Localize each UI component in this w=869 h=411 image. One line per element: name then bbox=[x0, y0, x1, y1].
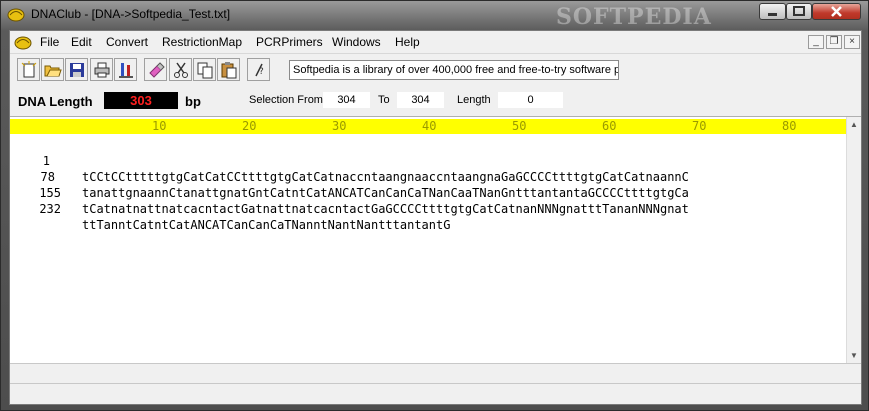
ruler-tick: 50 bbox=[512, 119, 527, 133]
open-button[interactable] bbox=[41, 58, 64, 81]
copy-icon bbox=[197, 62, 212, 78]
menu-edit[interactable]: Edit bbox=[71, 35, 92, 49]
ruler-tick: 70 bbox=[692, 119, 707, 133]
scroll-up-arrow-icon[interactable]: ▲ bbox=[847, 117, 861, 132]
info-text-field[interactable]: Softpedia is a library of over 400,000 f… bbox=[289, 60, 619, 80]
sequence-text[interactable]: ttTanntCatntCatANCATCanCanCaTNanntNantNa… bbox=[82, 217, 450, 233]
menu-bar: File Edit Convert RestrictionMap PCRPrim… bbox=[10, 31, 861, 53]
open-icon bbox=[44, 65, 62, 76]
bp-label: bp bbox=[185, 94, 201, 109]
scroll-down-arrow-icon[interactable]: ▼ bbox=[847, 348, 861, 363]
window-maximize-button[interactable] bbox=[786, 3, 812, 20]
lab-icon bbox=[118, 62, 133, 78]
app-window: DNAClub - [DNA->Softpedia_Test.txt] SOFT… bbox=[0, 0, 869, 411]
client-area: File Edit Convert RestrictionMap PCRPrim… bbox=[9, 30, 862, 405]
sequence-text[interactable]: tCCtCCtttttgtgCatCatCCttttgtgCatCatnaccn… bbox=[82, 169, 689, 185]
menu-convert[interactable]: Convert bbox=[106, 35, 148, 49]
position-ruler: 10 20 30 40 50 60 70 80 bbox=[10, 119, 846, 134]
ruler-tick: 20 bbox=[242, 119, 257, 133]
selection-length-field[interactable]: 0 bbox=[498, 92, 563, 108]
ruler-tick: 60 bbox=[602, 119, 617, 133]
ruler-tick: 10 bbox=[152, 119, 167, 133]
status-bar-upper bbox=[10, 363, 861, 383]
window-title: DNAClub - [DNA->Softpedia_Test.txt] bbox=[31, 7, 231, 21]
sequence-row[interactable]: 78 tanattgnaannCtanattgnatGntCatntCatANC… bbox=[10, 153, 689, 200]
new-icon bbox=[21, 60, 36, 77]
dna-length-display: 303 bbox=[104, 92, 178, 109]
sequence-text[interactable]: tanattgnaannCtanattgnatGntCatntCatANCATC… bbox=[82, 185, 689, 201]
lab-button[interactable] bbox=[114, 58, 137, 81]
svg-text:?: ? bbox=[259, 67, 264, 77]
title-bar[interactable]: DNAClub - [DNA->Softpedia_Test.txt] SOFT… bbox=[1, 1, 868, 30]
selection-to-field[interactable]: 304 bbox=[397, 92, 444, 108]
help-button[interactable]: ? bbox=[247, 58, 270, 81]
selection-length-label: Length bbox=[457, 94, 491, 106]
dnaclub-doc-icon[interactable] bbox=[14, 34, 32, 50]
ruler-tick: 80 bbox=[782, 119, 797, 133]
minimize-icon bbox=[768, 13, 777, 16]
cut-icon bbox=[173, 62, 188, 78]
ruler-tick: 40 bbox=[422, 119, 437, 133]
child-minimize-button[interactable]: _ bbox=[808, 35, 824, 49]
close-icon bbox=[831, 6, 842, 17]
eraser-button[interactable] bbox=[144, 58, 167, 81]
softpedia-watermark: SOFTPEDIA bbox=[556, 4, 712, 30]
eraser-icon bbox=[148, 61, 165, 78]
dna-length-label: DNA Length bbox=[18, 94, 93, 109]
copy-button[interactable] bbox=[193, 58, 216, 81]
menu-pcrprimers[interactable]: PCRPrimers bbox=[256, 35, 323, 49]
sequence-position: 232 bbox=[39, 202, 61, 216]
toolbar: ? Softpedia is a library of over 400,000… bbox=[10, 53, 861, 85]
sequence-row[interactable]: 155 tCatnatnattnatcacntactGatnattnatcacn… bbox=[10, 169, 689, 216]
info-bar: DNA Length 303 bp Selection From 304 To … bbox=[10, 86, 861, 116]
sequence-text[interactable]: tCatnatnattnatcacntactGatnattnatcacntact… bbox=[82, 201, 689, 217]
sequence-row[interactable]: 1 tCCtCCtttttgtgCatCatCCttttgtgCatCatnac… bbox=[10, 137, 689, 184]
save-button[interactable] bbox=[65, 58, 88, 81]
window-close-button[interactable] bbox=[812, 3, 861, 20]
menu-restrictionmap[interactable]: RestrictionMap bbox=[162, 35, 242, 49]
child-close-button[interactable]: × bbox=[844, 35, 860, 49]
menu-windows[interactable]: Windows bbox=[332, 35, 381, 49]
sequence-view[interactable]: 10 20 30 40 50 60 70 80 1 tCCtCCtttttgtg… bbox=[10, 116, 861, 363]
dnaclub-app-icon bbox=[7, 8, 25, 22]
selection-from-field[interactable]: 304 bbox=[323, 92, 370, 108]
print-icon bbox=[94, 62, 109, 77]
maximize-icon bbox=[793, 6, 805, 16]
save-icon bbox=[69, 62, 84, 77]
new-button[interactable] bbox=[17, 58, 40, 81]
paste-button[interactable] bbox=[217, 58, 240, 81]
cut-button[interactable] bbox=[169, 58, 192, 81]
status-bar-lower bbox=[10, 383, 861, 404]
vertical-scrollbar[interactable]: ▲ ▼ bbox=[846, 117, 861, 363]
sequence-row[interactable]: 232 ttTanntCatntCatANCATCanCanCaTNanntNa… bbox=[10, 185, 450, 232]
child-restore-button[interactable]: ❐ bbox=[826, 35, 842, 49]
selection-from-label: Selection From bbox=[249, 94, 323, 106]
menu-file[interactable]: File bbox=[40, 35, 59, 49]
selection-to-label: To bbox=[378, 94, 390, 106]
print-button[interactable] bbox=[90, 58, 113, 81]
help-icon: ? bbox=[254, 63, 264, 77]
ruler-tick: 30 bbox=[332, 119, 347, 133]
window-minimize-button[interactable] bbox=[759, 3, 786, 20]
menu-help[interactable]: Help bbox=[395, 35, 420, 49]
paste-icon bbox=[221, 61, 236, 78]
